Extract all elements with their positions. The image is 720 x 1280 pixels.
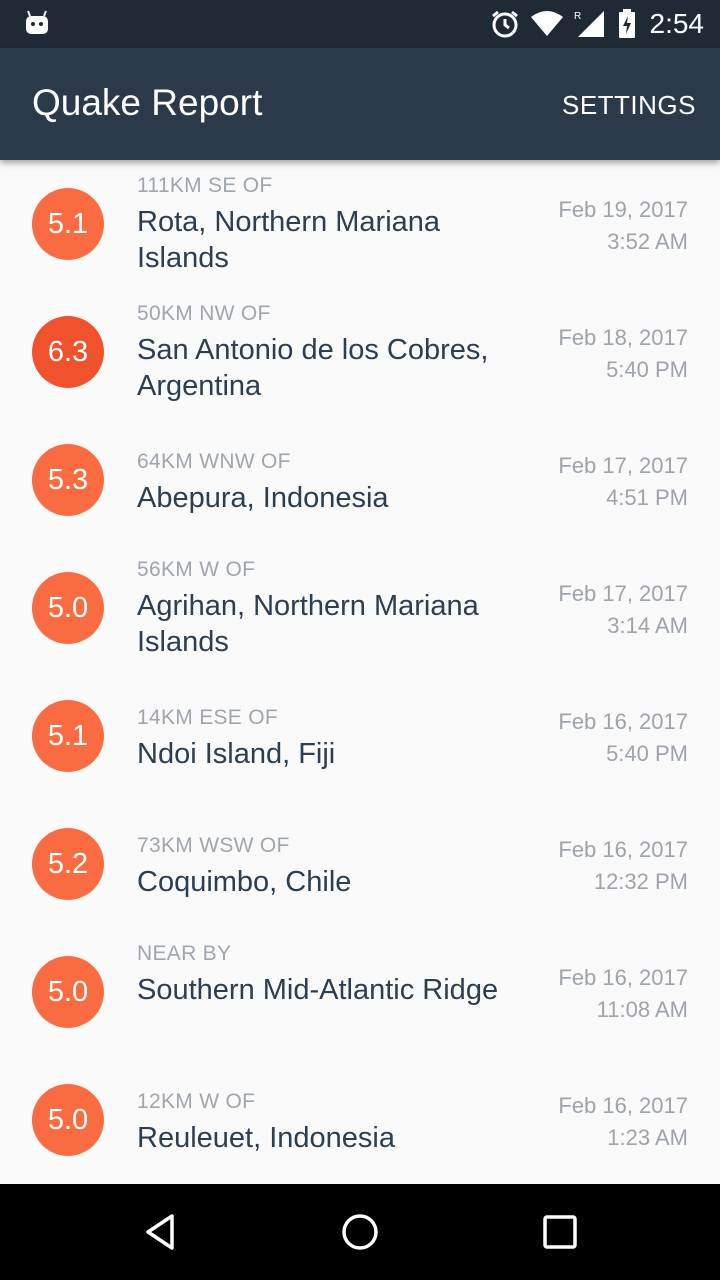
status-bar: R 2:54 [0, 0, 720, 48]
date-text: Feb 17, 2017 [558, 581, 688, 606]
magnitude-badge: 5.0 [32, 572, 104, 644]
list-item[interactable]: 5.1 111km SE of Rota, Northern Mariana I… [0, 160, 720, 288]
time-text: 1:23 AM [607, 1125, 688, 1150]
primary-location: Rota, Northern Mariana Islands [137, 206, 441, 274]
date-text: Feb 16, 2017 [558, 709, 688, 734]
alarm-icon [490, 9, 520, 39]
navigation-bar [0, 1184, 720, 1280]
app-title: Quake Report [32, 82, 263, 123]
time-text: 3:14 AM [607, 613, 688, 638]
magnitude-badge: 6.3 [32, 316, 104, 388]
date-text: Feb 19, 2017 [558, 197, 688, 222]
location-offset: Near by [137, 942, 232, 965]
app-bar: Quake Report SETTINGS [0, 48, 720, 160]
earthquake-list[interactable]: 5.1 111km SE of Rota, Northern Mariana I… [0, 160, 720, 1184]
magnitude-badge: 5.1 [32, 188, 104, 260]
primary-location: San Antonio de los Cobres, Argentina [137, 334, 489, 402]
cell-signal-icon: R [574, 9, 608, 39]
list-item[interactable]: 5.0 Near by Southern Mid-Atlantic Ridge … [0, 928, 720, 1056]
primary-location: Ndoi Island, Fiji [137, 738, 336, 770]
list-item[interactable]: 5.0 56km W of Agrihan, Northern Mariana … [0, 544, 720, 672]
time-text: 3:52 AM [607, 229, 688, 254]
primary-location: Coquimbo, Chile [137, 866, 352, 898]
battery-icon [618, 9, 636, 39]
wifi-icon [530, 10, 564, 38]
list-item[interactable]: 5.1 14km ESE of Ndoi Island, Fiji Feb 16… [0, 672, 720, 800]
settings-button[interactable]: SETTINGS [562, 90, 696, 121]
date-text: Feb 18, 2017 [558, 325, 688, 350]
date-text: Feb 16, 2017 [558, 965, 688, 990]
status-clock: 2:54 [649, 8, 705, 39]
android-icon [24, 10, 50, 41]
time-text: 4:51 PM [606, 485, 688, 510]
location-offset: 111km SE of [137, 174, 273, 197]
magnitude-badge: 5.3 [32, 444, 104, 516]
location-offset: 73km WSW of [137, 834, 290, 857]
primary-location: Abepura, Indonesia [137, 482, 389, 514]
svg-text:R: R [574, 11, 581, 22]
list-item[interactable]: 5.0 12km W of Reuleuet, Indonesia Feb 16… [0, 1056, 720, 1184]
magnitude-badge: 5.0 [32, 1084, 104, 1156]
primary-location: Southern Mid-Atlantic Ridge [137, 974, 499, 1006]
list-item[interactable]: 5.2 73km WSW of Coquimbo, Chile Feb 16, … [0, 800, 720, 928]
date-text: Feb 16, 2017 [558, 837, 688, 862]
magnitude-badge: 5.2 [32, 828, 104, 900]
magnitude-badge: 5.1 [32, 700, 104, 772]
time-text: 11:08 AM [596, 997, 688, 1022]
location-offset: 14km ESE of [137, 706, 279, 729]
time-text: 5:40 PM [606, 741, 688, 766]
date-text: Feb 17, 2017 [558, 453, 688, 478]
list-item[interactable]: 6.3 50km NW of San Antonio de los Cobres… [0, 288, 720, 416]
time-text: 5:40 PM [606, 357, 688, 382]
date-text: Feb 16, 2017 [558, 1093, 688, 1118]
time-text: 12:32 PM [593, 869, 688, 894]
location-offset: 50km NW of [137, 302, 271, 325]
location-offset: 12km W of [137, 1090, 256, 1113]
home-icon[interactable] [336, 1208, 384, 1256]
back-icon[interactable] [136, 1208, 184, 1256]
location-offset: 64km WNW of [137, 450, 291, 473]
primary-location: Agrihan, Northern Mariana Islands [137, 590, 479, 658]
location-offset: 56km W of [137, 558, 256, 581]
recents-icon[interactable] [536, 1208, 584, 1256]
magnitude-badge: 5.0 [32, 956, 104, 1028]
list-item[interactable]: 5.3 64km WNW of Abepura, Indonesia Feb 1… [0, 416, 720, 544]
primary-location: Reuleuet, Indonesia [137, 1122, 395, 1154]
